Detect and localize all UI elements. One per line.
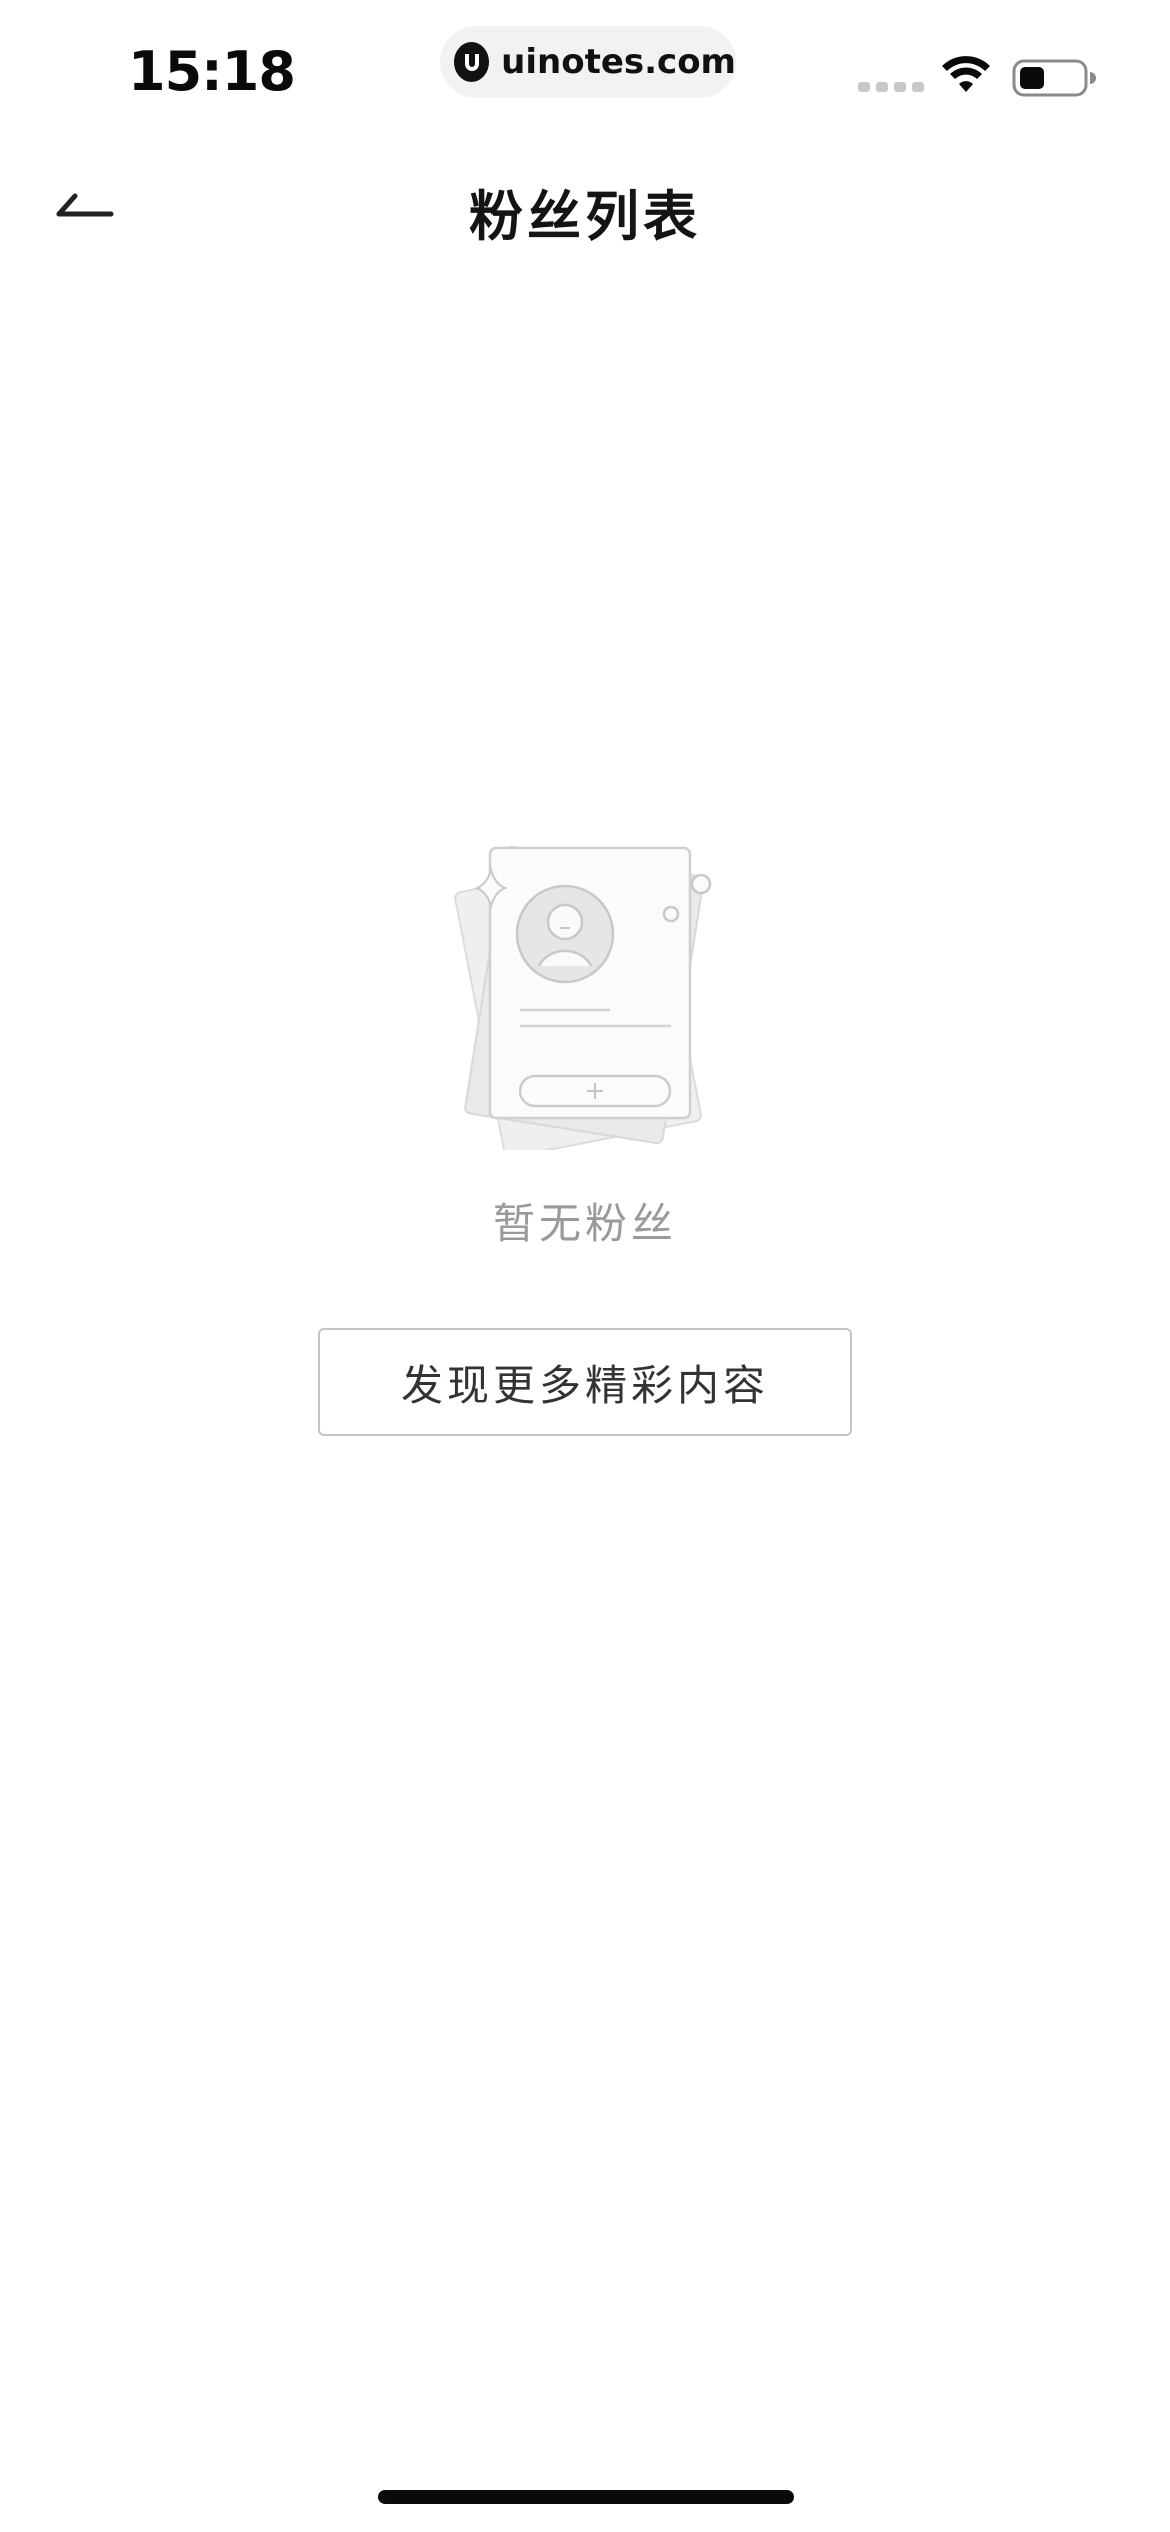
page-title: 粉丝列表 <box>469 185 701 248</box>
battery-icon <box>1012 59 1096 97</box>
home-indicator[interactable] <box>378 2490 794 2504</box>
wifi-icon <box>942 56 990 92</box>
navigation-bar: 粉丝列表 <box>0 140 1170 270</box>
status-bar: 15:18 uinotes.com <box>0 0 1170 140</box>
site-logo-icon <box>454 42 490 82</box>
cellular-signal-icon <box>858 82 924 92</box>
discover-more-button[interactable]: 发现更多精彩内容 <box>318 1328 852 1436</box>
url-bar[interactable]: uinotes.com <box>440 26 736 98</box>
status-time: 15:18 <box>128 40 296 103</box>
empty-message: 暂无粉丝 <box>492 1199 677 1248</box>
url-text: uinotes.com <box>501 42 736 82</box>
empty-profile-card-illustration <box>454 845 712 1150</box>
